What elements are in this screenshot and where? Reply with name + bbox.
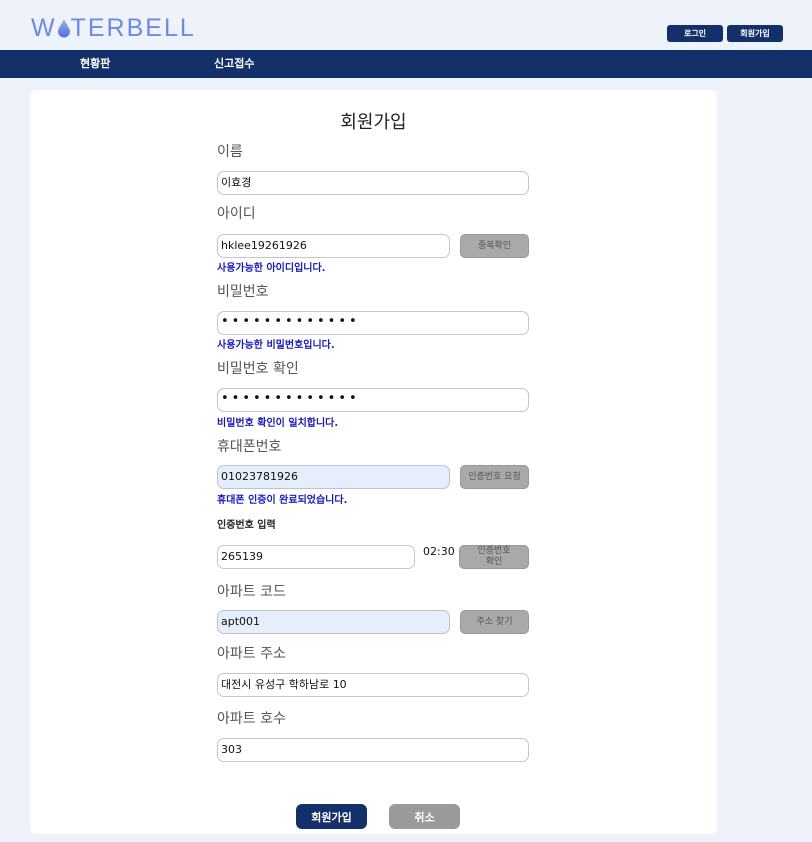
phone-label: 휴대폰번호 — [217, 439, 282, 455]
userid-input[interactable]: hklee19261926 — [217, 234, 450, 258]
confirm-auth-code-button[interactable]: 인증번호 확인 — [459, 545, 529, 569]
header: W TERBELL 로그인 회원가입 — [0, 0, 812, 50]
name-label: 이름 — [217, 144, 243, 160]
cancel-button[interactable]: 취소 — [389, 804, 460, 829]
duplicate-check-button[interactable]: 중복확인 — [460, 234, 529, 258]
main-nav: 현황판 신고접수 — [0, 50, 812, 78]
apt-address-input[interactable]: 대전시 유성구 학하남로 10 — [217, 673, 529, 697]
apt-unit-input[interactable]: 303 — [217, 738, 529, 762]
password-confirm-input[interactable]: ••••••••••••• — [217, 388, 529, 412]
signup-header-button[interactable]: 회원가입 — [727, 25, 783, 42]
logo-text-start: W — [31, 14, 57, 42]
apt-code-label: 아파트 코드 — [217, 584, 286, 600]
confirm-auth-code-line1: 인증번호 — [477, 546, 511, 556]
auth-timer: 02:30 — [423, 545, 455, 558]
water-drop-icon — [57, 19, 70, 38]
apt-code-input[interactable]: apt001 — [217, 610, 450, 634]
password-confirm-message: 비밀번호 확인이 일치합니다. — [217, 418, 339, 429]
name-input[interactable]: 이효경 — [217, 171, 529, 195]
password-input[interactable]: ••••••••••••• — [217, 311, 529, 335]
phone-input[interactable]: 01023781926 — [217, 465, 450, 489]
apt-unit-label: 아파트 호수 — [217, 711, 286, 727]
nav-item-dashboard[interactable]: 현황판 — [80, 50, 110, 78]
waterbell-logo[interactable]: W TERBELL — [31, 14, 196, 43]
submit-signup-button[interactable]: 회원가입 — [296, 804, 367, 829]
auth-code-input[interactable]: 265139 — [217, 545, 415, 569]
login-button[interactable]: 로그인 — [667, 25, 723, 42]
auth-code-label: 인증번호 입력 — [217, 520, 276, 531]
confirm-auth-code-label: 인증번호 확인 — [477, 546, 510, 568]
request-auth-code-button[interactable]: 인증번호 요청 — [460, 465, 529, 489]
userid-label: 아이디 — [217, 206, 256, 222]
logo-text-end: TERBELL — [70, 14, 196, 42]
page-title: 회원가입 — [340, 112, 407, 133]
password-message: 사용가능한 비밀번호입니다. — [217, 340, 335, 351]
signup-card — [30, 90, 717, 834]
password-confirm-label: 비밀번호 확인 — [217, 361, 299, 377]
nav-item-report[interactable]: 신고접수 — [214, 50, 254, 78]
apt-address-label: 아파트 주소 — [217, 646, 286, 662]
confirm-auth-code-line2: 확인 — [485, 557, 503, 567]
password-label: 비밀번호 — [217, 284, 269, 300]
phone-message: 휴대폰 인증이 완료되었습니다. — [217, 495, 348, 506]
find-address-button[interactable]: 주소 찾기 — [460, 610, 529, 634]
userid-message: 사용가능한 아이디입니다. — [217, 263, 326, 274]
